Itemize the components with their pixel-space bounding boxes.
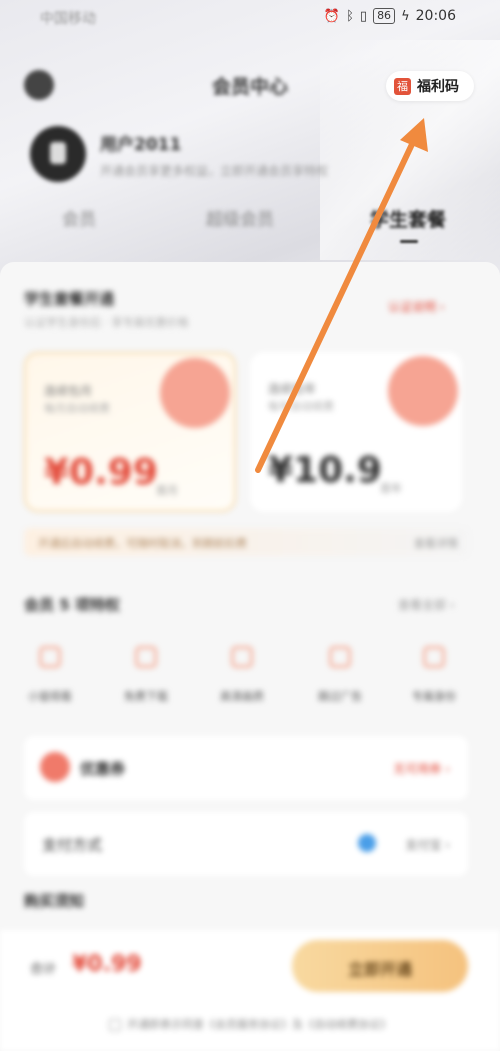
perk-label: 专属身份 xyxy=(412,690,456,703)
perk-icon xyxy=(231,646,253,668)
plan-card-yearly[interactable]: 连续包年 每年自动续费 ¥10.9 首年 xyxy=(250,352,462,512)
coupon-label: 优惠券 xyxy=(80,760,126,778)
plan-decoration-icon xyxy=(388,356,458,426)
payment-method-value: 支付宝 › xyxy=(405,838,450,852)
carrier-label: 中国移动 xyxy=(40,11,96,27)
perk-label: 跳过广告 xyxy=(318,690,362,703)
membership-tabs: 会员 超级会员 学生套餐 xyxy=(0,205,500,245)
alipay-icon xyxy=(358,834,376,852)
plans-section-subtitle: 认证学生身份后 · 享专属优惠价格 xyxy=(24,316,189,329)
plans-section-title: 学生套餐开通 xyxy=(24,290,115,308)
plan-tag: 首月 xyxy=(156,484,178,497)
plan-price: ¥10.9 xyxy=(268,450,382,491)
promo-strip[interactable]: 开通后自动续费，可随时取消，到期前扣费 查看详情 xyxy=(24,528,468,556)
user-name: 用户2011 xyxy=(100,135,182,155)
coupon-value: 无可用券 › xyxy=(393,762,450,776)
payment-method-label: 支付方式 xyxy=(42,836,103,854)
bluetooth-icon: ᛒ xyxy=(346,8,354,24)
pay-bar: 合计 ¥0.99 立即开通 开通即表示同意《会员服务协议》及《自动续费协议》 xyxy=(0,930,500,1051)
charging-icon: ϟ xyxy=(401,8,410,24)
perk-item[interactable]: 免费下载 xyxy=(114,646,178,704)
page: 中国移动 ⏰ ᛒ ▯ 86 ϟ 20:06 会员中心 福 福利码 用户2011 … xyxy=(0,0,500,1051)
welfare-code-label: 福利码 xyxy=(417,79,459,95)
tab-super-member[interactable]: 超级会员 xyxy=(206,205,274,230)
perk-item[interactable]: 专属身份 xyxy=(402,646,466,704)
promo-link[interactable]: 查看详情 xyxy=(414,535,458,551)
plans-section-link[interactable]: 认证说明 › xyxy=(388,298,445,315)
status-bar: 中国移动 ⏰ ᛒ ▯ 86 ϟ 20:06 xyxy=(0,0,500,36)
perks-section-title: 会员 5 项特权 xyxy=(24,596,120,614)
plan-price: ¥0.99 xyxy=(44,452,158,493)
total-label: 合计 xyxy=(30,962,57,977)
plan-tag: 首年 xyxy=(380,482,402,495)
agreement[interactable]: 开通即表示同意《会员服务协议》及《自动续费协议》 xyxy=(0,1016,500,1032)
plan-card-monthly[interactable]: 连续包月 每月自动续费 ¥0.99 首月 xyxy=(24,352,236,512)
active-tab-indicator xyxy=(400,240,418,243)
perk-icon xyxy=(39,646,61,668)
promo-text: 开通后自动续费，可随时取消，到期前扣费 xyxy=(38,537,247,550)
perk-icon xyxy=(329,646,351,668)
plan-desc: 每年自动续费 xyxy=(268,400,334,413)
battery-icon: 86 xyxy=(373,8,396,24)
perk-item[interactable]: 跳过广告 xyxy=(308,646,372,704)
agreement-checkbox[interactable] xyxy=(109,1019,121,1031)
total-price: ¥0.99 xyxy=(72,952,142,977)
notice-title: 购买须知 xyxy=(24,892,85,910)
welfare-icon: 福 xyxy=(394,77,411,95)
tab-student-plan[interactable]: 学生套餐 xyxy=(370,205,446,232)
perk-item[interactable]: 高清画质 xyxy=(210,646,274,704)
payment-method-row[interactable]: 支付方式 支付宝 › xyxy=(24,812,468,876)
avatar[interactable] xyxy=(30,126,86,182)
perk-label: 免费下载 xyxy=(124,690,168,703)
user-subtitle: 开通会员享更多权益，立即开通会员享特权 xyxy=(100,164,329,178)
pay-button[interactable]: 立即开通 xyxy=(292,940,468,992)
clock: 20:06 xyxy=(415,8,456,24)
perks-section-link[interactable]: 查看全部 › xyxy=(398,596,455,613)
coupon-icon xyxy=(40,752,70,782)
agreement-text: 开通即表示同意《会员服务协议》及《自动续费协议》 xyxy=(127,1018,391,1031)
plan-name: 连续包年 xyxy=(268,382,317,396)
tab-member[interactable]: 会员 xyxy=(62,205,96,230)
plan-decoration-icon xyxy=(160,358,230,428)
perk-item[interactable]: 小窗观看 xyxy=(18,646,82,704)
plan-name: 连续包月 xyxy=(44,384,93,398)
status-right: ⏰ ᛒ ▯ 86 ϟ 20:06 xyxy=(324,8,456,24)
alarm-icon: ⏰ xyxy=(323,8,341,24)
perk-icon xyxy=(423,646,445,668)
pay-button-label: 立即开通 xyxy=(347,960,412,979)
perk-label: 小窗观看 xyxy=(28,690,72,703)
plan-desc: 每月自动续费 xyxy=(44,402,110,415)
welfare-code-button[interactable]: 福 福利码 xyxy=(386,71,474,101)
perk-label: 高清画质 xyxy=(220,690,264,703)
coupon-row[interactable]: 优惠券 无可用券 › xyxy=(24,736,468,800)
perk-icon xyxy=(135,646,157,668)
vibrate-icon: ▯ xyxy=(359,8,368,24)
